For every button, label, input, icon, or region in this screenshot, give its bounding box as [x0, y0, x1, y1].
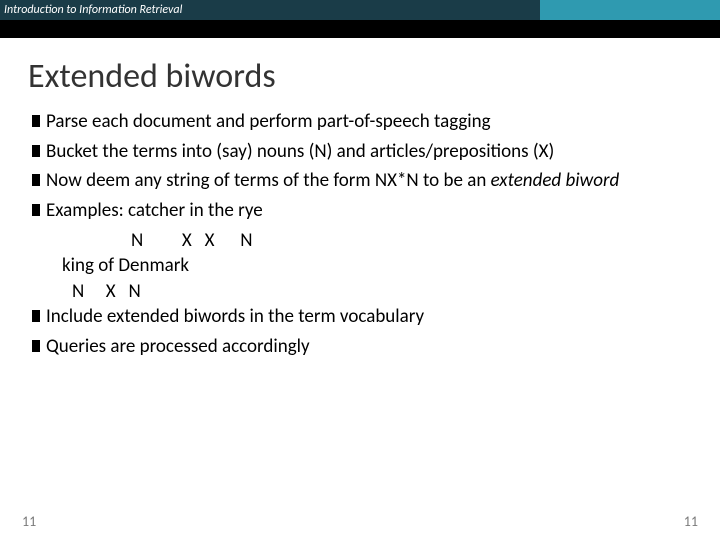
bullet-icon [32, 310, 40, 322]
black-band [0, 20, 720, 38]
bullet-item: Examples: catcher in the rye [46, 198, 690, 224]
bullet-icon [32, 174, 40, 186]
slide-content: Parse each document and perform part-of-… [0, 109, 720, 360]
bullet-icon [32, 340, 40, 352]
bullet-text: Queries are processed accordingly [46, 335, 310, 358]
bullet-icon [32, 145, 40, 157]
bullet-text: Parse each document and perform part-of-… [46, 110, 491, 133]
bullet-text: Include extended biwords in the term voc… [46, 305, 424, 328]
bullet-text: Now deem any string of terms of the form… [46, 169, 491, 192]
bullet-item: Bucket the terms into (say) nouns (N) an… [46, 139, 690, 165]
header-bar: Introduction to Information Retrieval [0, 0, 720, 20]
footer: 11 11 [0, 513, 720, 530]
header-dark-segment: Introduction to Information Retrieval [0, 0, 540, 20]
slide-title: Extended biwords [0, 38, 720, 109]
bullet-item: Include extended biwords in the term voc… [46, 304, 690, 330]
bullet-item: Queries are processed accordingly [46, 334, 690, 360]
example-tags: N X X N [46, 228, 690, 254]
bullet-item: Parse each document and perform part-of-… [46, 109, 690, 135]
page-number-left: 11 [22, 513, 36, 530]
bullet-text: Bucket the terms into (say) nouns (N) an… [46, 140, 554, 163]
bullet-item: Now deem any string of terms of the form… [46, 168, 690, 194]
bullet-icon [32, 204, 40, 216]
example-phrase: king of Denmark [46, 253, 690, 279]
bullet-text-italic: extended biword [491, 169, 620, 192]
page-number-right: 11 [684, 513, 698, 530]
example-tags: N X N [46, 279, 690, 305]
course-title: Introduction to Information Retrieval [0, 3, 182, 17]
bullet-text: Examples: catcher in the rye [46, 199, 263, 222]
bullet-icon [32, 115, 40, 127]
header-cyan-segment [540, 0, 720, 20]
